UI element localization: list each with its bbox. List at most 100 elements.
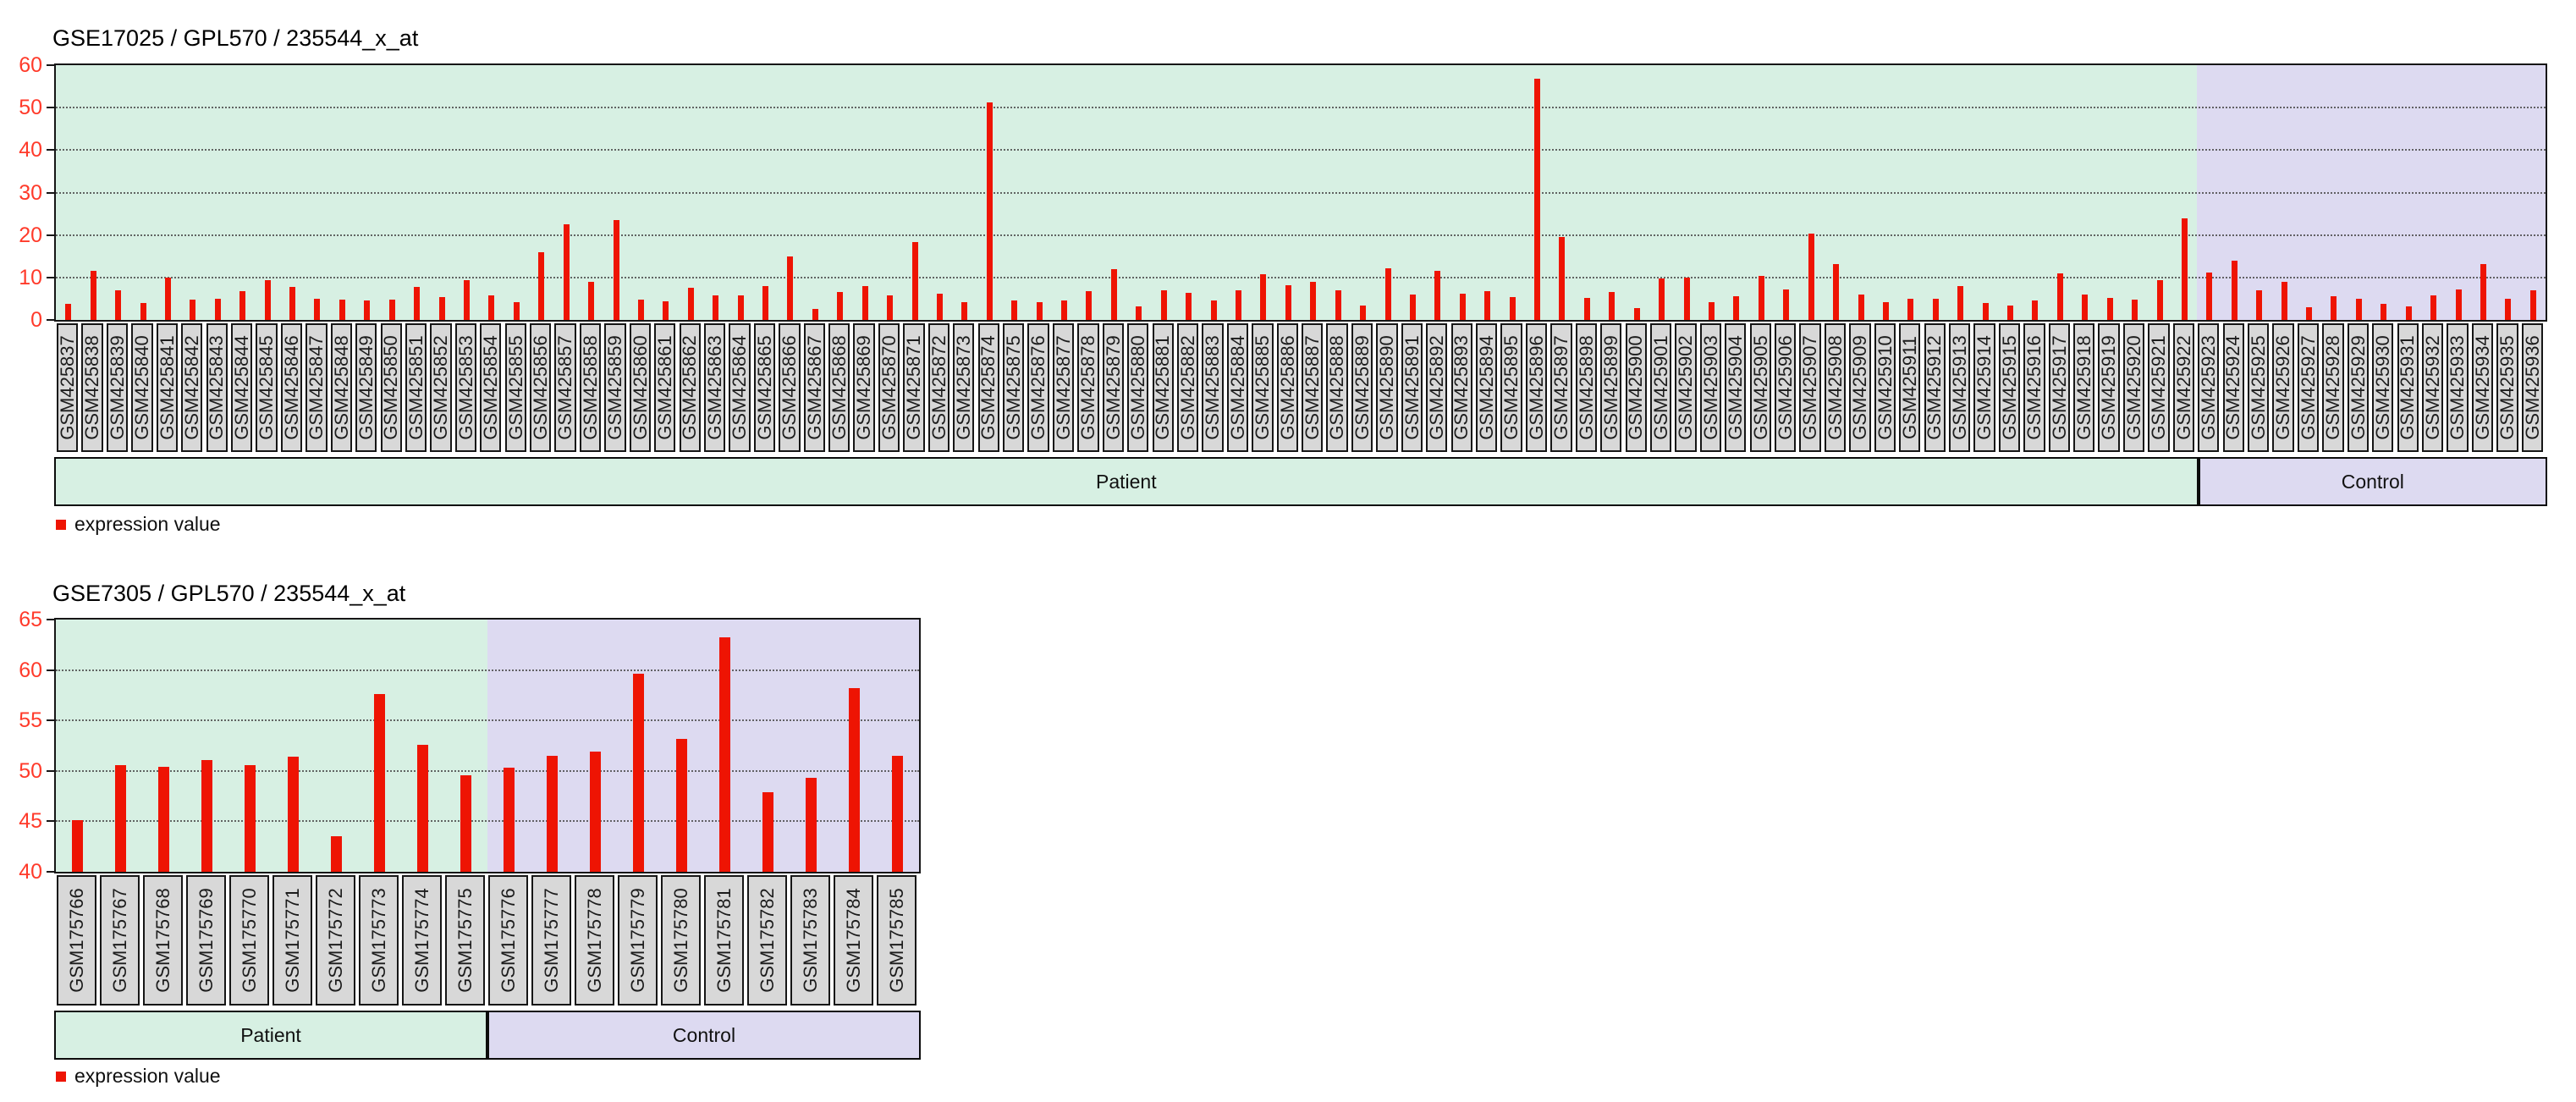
- sample-label: GSM175777: [531, 875, 571, 1006]
- sample-label-text: GSM175770: [239, 888, 261, 993]
- sample-label: GSM425890: [1376, 323, 1397, 452]
- sample-label-text: GSM425907: [1799, 335, 1821, 440]
- y-axis-tick-label: 60: [0, 658, 42, 682]
- expression-bar: [2007, 306, 2013, 320]
- sample-label-text: GSM425931: [2397, 335, 2419, 440]
- sample-label: GSM425893: [1451, 323, 1472, 452]
- expression-bar: [2232, 261, 2237, 320]
- sample-label-text: GSM425847: [305, 335, 328, 440]
- expression-bar: [201, 760, 212, 872]
- expression-bar: [1957, 286, 1963, 320]
- sample-label-text: GSM175781: [713, 888, 735, 993]
- sample-label: GSM425874: [978, 323, 999, 452]
- sample-label: GSM425850: [381, 323, 402, 452]
- legend-swatch-icon: [56, 1072, 66, 1082]
- sample-label: GSM425888: [1326, 323, 1347, 452]
- sample-label-text: GSM425909: [1849, 335, 1871, 440]
- sample-label: GSM425839: [107, 323, 128, 452]
- group-band: Patient: [54, 1011, 487, 1060]
- sample-label-text: GSM425888: [1326, 335, 1348, 440]
- expression-bar: [2530, 290, 2536, 320]
- expression-bar: [1260, 274, 1266, 320]
- expression-bar: [65, 304, 71, 320]
- sample-label: GSM425872: [928, 323, 949, 452]
- expression-bar: [2480, 264, 2486, 320]
- sample-label: GSM425919: [2098, 323, 2119, 452]
- sample-label: GSM425918: [2073, 323, 2094, 452]
- sample-label: GSM425915: [1999, 323, 2020, 452]
- expression-bar: [1037, 302, 1043, 320]
- sample-label-text: GSM425932: [2422, 335, 2444, 440]
- sample-label-text: GSM425885: [1252, 335, 1274, 440]
- sample-label-text: GSM425906: [1775, 335, 1797, 440]
- sample-label-text: GSM425863: [704, 335, 726, 440]
- sample-label: GSM425892: [1426, 323, 1447, 452]
- sample-label: GSM425927: [2298, 323, 2319, 452]
- expression-bar: [414, 287, 420, 320]
- sample-label: GSM425861: [654, 323, 675, 452]
- sample-label-text: GSM425875: [1003, 335, 1025, 440]
- sample-label: GSM425865: [754, 323, 775, 452]
- y-axis-tick-label: 50: [0, 96, 42, 119]
- sample-label-text: GSM425853: [454, 335, 476, 440]
- sample-label-text: GSM425936: [2521, 335, 2543, 440]
- expression-bar: [1883, 302, 1889, 320]
- expression-bar: [713, 295, 718, 320]
- sample-label: GSM425899: [1600, 323, 1621, 452]
- expression-bar: [1808, 234, 1814, 320]
- sample-label: GSM425852: [430, 323, 451, 452]
- sample-label-text: GSM425845: [256, 335, 278, 440]
- y-axis-tick-label: 45: [0, 809, 42, 833]
- expression-bar: [1011, 300, 1017, 320]
- sample-label: GSM425920: [2123, 323, 2144, 452]
- sample-label: GSM425880: [1127, 323, 1148, 452]
- sample-label-text: GSM175769: [195, 888, 217, 993]
- expression-bar: [633, 674, 644, 872]
- y-axis-tick-mark: [47, 192, 54, 194]
- y-axis-tick-label: 0: [0, 308, 42, 332]
- sample-label-text: GSM425910: [1874, 335, 1896, 440]
- sample-label-text: GSM425876: [1027, 335, 1049, 440]
- expression-bar: [464, 280, 470, 320]
- sample-label: GSM425897: [1550, 323, 1571, 452]
- gridline: [56, 669, 919, 671]
- sample-label: GSM425860: [630, 323, 651, 452]
- expression-bar: [158, 767, 169, 872]
- expression-bar: [2282, 282, 2287, 320]
- legend: expression value: [56, 513, 221, 536]
- sample-label: GSM425840: [131, 323, 152, 452]
- sample-label: GSM425882: [1177, 323, 1198, 452]
- sample-label: GSM425913: [1949, 323, 1970, 452]
- sample-label-text: GSM425905: [1749, 335, 1771, 440]
- expression-bar: [614, 220, 619, 320]
- sample-label-text: GSM425878: [1077, 335, 1099, 440]
- sample-label: GSM425846: [281, 323, 302, 452]
- sample-label: GSM425843: [206, 323, 228, 452]
- expression-bar: [2132, 300, 2138, 320]
- y-axis-tick-mark: [47, 107, 54, 108]
- legend-label: expression value: [74, 513, 221, 536]
- expression-bar: [91, 271, 96, 320]
- sample-label-text: GSM425882: [1177, 335, 1199, 440]
- sample-label: GSM425902: [1675, 323, 1696, 452]
- sample-label-text: GSM425920: [2123, 335, 2145, 440]
- sample-label-text: GSM425879: [1102, 335, 1124, 440]
- sample-label: GSM425925: [2248, 323, 2269, 452]
- legend-label: expression value: [74, 1065, 221, 1088]
- expression-bar: [2206, 273, 2212, 320]
- sample-label-text: GSM175767: [109, 888, 131, 993]
- sample-label: GSM425838: [81, 323, 102, 452]
- sample-label: GSM425898: [1576, 323, 1597, 452]
- sample-label-text: GSM425840: [131, 335, 153, 440]
- y-axis-tick-label: 40: [0, 860, 42, 884]
- sample-label: GSM425900: [1626, 323, 1647, 452]
- y-axis-tick-label: 10: [0, 266, 42, 289]
- sample-label: GSM425934: [2472, 323, 2493, 452]
- sample-label-text: GSM175782: [757, 888, 779, 993]
- expression-bar: [331, 836, 342, 872]
- y-axis-tick-mark: [47, 669, 54, 671]
- sample-label-text: GSM425837: [57, 335, 79, 440]
- sample-label-text: GSM425935: [2496, 335, 2518, 440]
- sample-label: GSM175768: [143, 875, 183, 1006]
- expression-bar: [1983, 303, 1989, 320]
